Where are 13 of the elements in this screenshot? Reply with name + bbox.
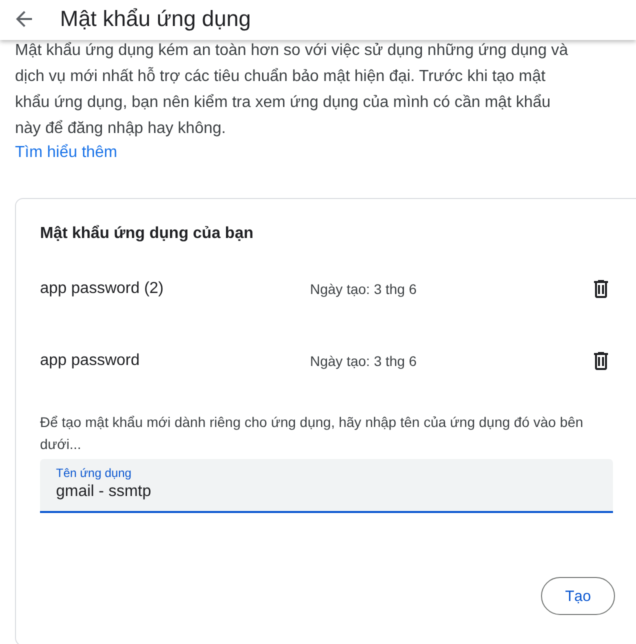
- hint-text: Để tạo mật khẩu mới dành riêng cho ứng dụng, hãy nhập tên của ứng dụng đó vào bên dưới...: [40, 413, 584, 454]
- learn-more-link[interactable]: Tìm hiểu thêm: [15, 142, 118, 164]
- password-name: app password (2): [40, 280, 165, 298]
- page-title: Mật khẩu ứng dụng: [60, 6, 251, 32]
- section-title: Mật khẩu ứng dụng của bạn: [40, 224, 254, 244]
- trash-icon[interactable]: [594, 352, 608, 370]
- password-name: app password: [40, 352, 141, 370]
- intro-text: Mật khẩu ứng dụng kém an toàn hơn so với việc sử dụng những ứng dụng và dịch vụ mới nhất hỗ trợ các tiêu chuẩn bảo mật hiện đại. Trước khi tạo mật khẩu ứng dụng, bạn nên kiểm tra xem ứng dụng của mình có cần mật khẩu này để đăng nhập hay không.: [15, 41, 570, 139]
- created-date: Ngày tạo: 3 thg 6: [310, 353, 418, 369]
- app-name-field[interactable]: Tên ứng dụng gmail - ssmtp: [40, 459, 613, 513]
- created-date: Ngày tạo: 3 thg 6: [310, 281, 418, 297]
- trash-icon[interactable]: [594, 280, 608, 298]
- create-button[interactable]: Tạo: [541, 577, 615, 615]
